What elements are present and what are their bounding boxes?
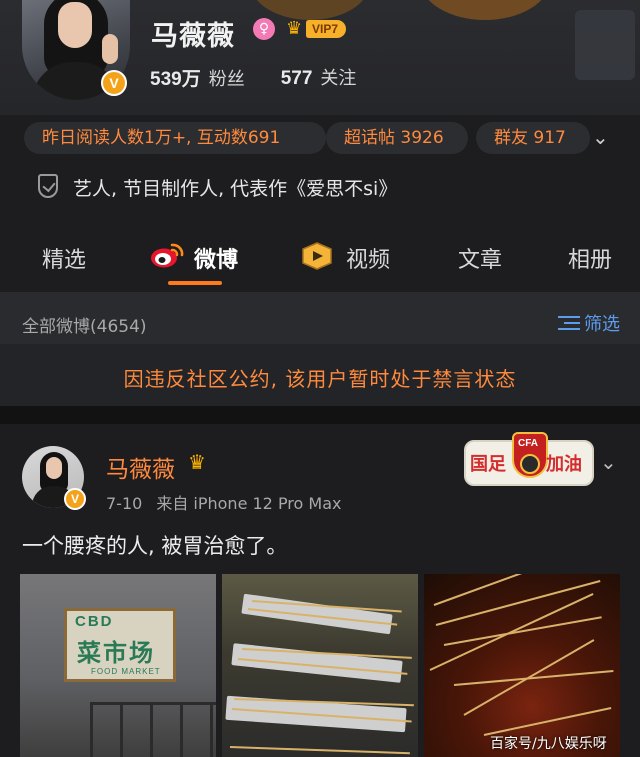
feed-filter-bar: 全部微博(4654) 筛选 <box>0 292 640 344</box>
crown-icon: ♛ <box>286 18 303 39</box>
weibo-post: V 马薇薇 ♛ 7-10 来自 iPhone 12 Pro Max 国足 CFA … <box>0 424 640 757</box>
female-gender-icon: ♀ <box>253 18 275 40</box>
national-team-sticker[interactable]: 国足 CFA 加油 <box>464 432 594 488</box>
reads-chip[interactable]: 昨日阅读人数1万+, 互动数691 <box>24 122 326 154</box>
tab-featured[interactable]: 精选 <box>42 242 86 274</box>
tab-weibo[interactable]: 微博 <box>194 242 238 274</box>
profile-tabs: 精选 微博 视频 文章 相册 <box>0 214 640 292</box>
filter-label: 筛选 <box>584 314 620 335</box>
post-photo-3[interactable] <box>424 574 620 757</box>
intro-text: 艺人, 节目制作人, 代表作《爱思不si》 <box>73 178 398 200</box>
post-photo-2[interactable] <box>222 574 418 757</box>
followers-count: 539万 <box>150 69 201 90</box>
following-link[interactable]: 577 关注 <box>281 64 357 91</box>
profile-header: V 马薇薇 ♀ ♛ VIP7 539万 粉丝 577 关注 <box>0 0 640 115</box>
vip-level: VIP7 <box>306 20 347 38</box>
group-friends-chip[interactable]: 群友 917 <box>476 122 590 154</box>
weibo-logo-icon <box>151 243 184 268</box>
feed-title[interactable]: 全部微博(4654) <box>22 312 147 337</box>
profile-name: 马薇薇 <box>151 21 235 52</box>
chevron-down-icon[interactable]: ⌄ <box>592 125 609 149</box>
sticker-text-right: 加油 <box>546 454 582 475</box>
vip-badge[interactable]: ♛ VIP7 <box>286 18 347 39</box>
sign-cn: 菜市场 <box>77 639 155 667</box>
ban-notice: 因违反社区公约, 该用户暂时处于禁言状态 <box>0 344 640 406</box>
ban-notice-text: 因违反社区公约, 该用户暂时处于禁言状态 <box>123 367 517 391</box>
sticker-text-left: 国足 <box>470 454 506 475</box>
shield-check-icon <box>38 174 58 198</box>
active-tab-indicator <box>168 281 222 285</box>
post-author-name[interactable]: 马薇薇 <box>106 450 175 484</box>
followers-label: 粉丝 <box>208 69 245 90</box>
filter-icon <box>558 314 580 332</box>
metrics-row: 昨日阅读人数1万+, 互动数691 超话帖 3926 群友 917 ⌄ <box>0 115 640 160</box>
post-text: 一个腰疼的人, 被胃治愈了。 <box>22 534 288 558</box>
super-topic-chip[interactable]: 超话帖 3926 <box>326 122 468 154</box>
tab-video[interactable]: 视频 <box>346 242 390 274</box>
post-photo-1[interactable]: CBD 菜市场 FOOD MARKET <box>20 574 216 757</box>
verified-v-icon: V <box>101 70 127 96</box>
followers-link[interactable]: 539万 粉丝 <box>150 64 245 91</box>
post-meta: 7-10 来自 iPhone 12 Pro Max <box>106 490 342 514</box>
following-label: 关注 <box>320 68 357 89</box>
market-sign: CBD 菜市场 FOOD MARKET <box>64 608 176 682</box>
video-play-icon <box>302 242 332 270</box>
football-icon <box>520 454 540 474</box>
header-decoration <box>250 0 370 20</box>
post-source: 来自 iPhone 12 Pro Max <box>156 494 342 513</box>
filter-button[interactable]: 筛选 <box>558 310 620 336</box>
profile-stats: 539万 粉丝 577 关注 <box>150 64 356 91</box>
tab-articles[interactable]: 文章 <box>458 242 502 274</box>
watermark: 百家号/九八娱乐呀 <box>490 736 607 752</box>
header-decoration <box>420 0 550 20</box>
verified-v-icon: V <box>64 488 86 510</box>
following-count: 577 <box>280 68 313 89</box>
sticker-emblem-text: CFA <box>518 438 538 449</box>
chevron-down-icon[interactable]: ⌄ <box>600 450 617 474</box>
crown-icon: ♛ <box>188 450 206 474</box>
section-divider <box>0 406 640 424</box>
profile-intro: 艺人, 节目制作人, 代表作《爱思不si》 <box>0 160 640 214</box>
post-date: 7-10 <box>106 494 143 513</box>
header-decoration <box>575 10 635 80</box>
sign-en: CBD <box>75 613 114 630</box>
sign-sub: FOOD MARKET <box>91 667 161 676</box>
tab-album[interactable]: 相册 <box>568 242 612 274</box>
railing <box>90 702 216 757</box>
